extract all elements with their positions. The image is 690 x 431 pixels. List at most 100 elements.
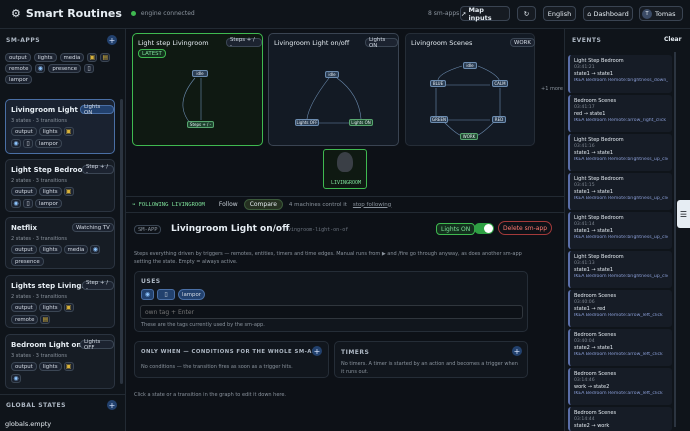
map-inputs-button[interactable]: ➚ Map inputs (460, 6, 510, 22)
event-change: work → state2 (574, 384, 610, 390)
state-node[interactable]: Steps + / - (187, 121, 214, 128)
tag: output (11, 303, 37, 312)
state-node[interactable]: BLUE (430, 80, 446, 87)
state-node[interactable]: CALM (492, 80, 508, 87)
follow-tab[interactable]: Follow (219, 201, 238, 208)
event-item[interactable]: Bedroom Scenes 03:41:17 red → state1 IKE… (568, 95, 672, 132)
device-tile[interactable]: LIVINGROOM (323, 149, 367, 189)
drawer-toggle-button[interactable]: ☰ (677, 200, 690, 228)
event-change: state1 → state1 (574, 267, 614, 273)
machine-preview[interactable]: Livingroom Light on/off Lights ON idle L… (268, 33, 399, 146)
event-app: Light Step Bedroom (574, 215, 624, 221)
tag-filter-presence[interactable]: presence (48, 64, 82, 73)
state-node[interactable]: RED (492, 116, 506, 123)
clear-events-button[interactable]: Clear (664, 36, 682, 43)
sm-app-name: Netflix (11, 224, 38, 232)
event-change: state1 → state1 (574, 150, 614, 156)
refresh-button[interactable]: ↻ (517, 6, 536, 21)
state-node[interactable]: GREEN (430, 116, 448, 123)
language-select[interactable]: English (543, 6, 576, 21)
dashboard-button[interactable]: ⌂ Dashboard (583, 6, 633, 21)
event-source: IKEA Bedroom Remote:brightness_up_click (574, 196, 668, 201)
event-item[interactable]: Bedroom Scenes 03:40:04 state2 → state1 … (568, 329, 672, 366)
tag: lampor (35, 139, 62, 148)
tag: media (63, 245, 89, 254)
switch-icon[interactable]: ▯ (157, 289, 175, 300)
add-timer-button[interactable]: + (512, 346, 522, 356)
switch-icon[interactable]: ▯ (84, 64, 95, 73)
machine-preview[interactable]: Livingroom Scenes WORK idle BLUE CALM GR… (405, 33, 535, 146)
event-item[interactable]: Light Step Bedroom 03:41:16 state1 → sta… (568, 134, 672, 171)
dashboard-label: Dashboard (593, 9, 629, 18)
add-global-state-button[interactable]: + (107, 400, 117, 410)
events-scrollbar[interactable] (674, 52, 676, 427)
connection-status-dot (130, 11, 136, 16)
more-machines-link[interactable]: +1 more (541, 86, 563, 92)
own-tag-input[interactable] (140, 305, 523, 319)
lamp-icon: ▣ (63, 187, 74, 196)
tag-filter-lights[interactable]: lights (33, 53, 57, 62)
state-node[interactable]: WORK (460, 133, 478, 140)
connection-status: engine connected (140, 10, 195, 17)
tag-filter-output[interactable]: output (5, 53, 31, 62)
sm-app-card[interactable]: Light Step Bedroom Step + / - 2 states ·… (5, 159, 115, 212)
event-item[interactable]: Bedroom Scenes 03:14:46 work → state2 IK… (568, 368, 672, 405)
tag: output (11, 362, 37, 371)
editor-slug: livingroom-light-on-of (282, 227, 349, 233)
sm-app-card[interactable]: Livingroom Light o... Lights ON 3 states… (5, 99, 115, 154)
toggle-knob (484, 224, 493, 233)
following-bar: ↝ FOLLOWING LIVINGROOM Follow Compare 4 … (126, 196, 564, 213)
tag: presence (11, 257, 44, 266)
event-app: Light Step Bedroom (574, 254, 624, 260)
event-item[interactable]: Light Step Bedroom 03:41:15 state1 → sta… (568, 173, 672, 210)
sidebar-scrollbar[interactable] (120, 99, 123, 384)
user-menu[interactable]: T Tomas (639, 6, 683, 21)
conditions-section: ONLY WHEN — CONDITIONS FOR THE WHOLE SM-… (134, 341, 329, 378)
state-node[interactable]: Lights ON (349, 119, 373, 126)
tag-filter-media[interactable]: media (59, 53, 85, 62)
timers-text: No timers. A timer is started by an acti… (341, 361, 518, 375)
state-node[interactable]: idle (192, 70, 208, 77)
bulb-icon[interactable]: ◉ (35, 64, 46, 73)
event-item[interactable]: Light Step Bedroom 03:41:21 state1 → sta… (568, 55, 672, 93)
remote-icon[interactable]: ▤ (100, 53, 111, 62)
sm-app-state-badge: Lights ON (80, 104, 114, 116)
event-app: Light Step Bedroom (574, 58, 624, 64)
state-node[interactable]: idle (463, 62, 477, 69)
lamp-icon[interactable]: ▣ (87, 53, 98, 62)
lamp-icon: ▣ (63, 362, 74, 371)
compare-tab[interactable]: Compare (243, 199, 283, 210)
delete-sm-app-button[interactable]: Delete sm-app (498, 221, 552, 235)
remote-icon: ▤ (40, 315, 51, 324)
sm-app-meta: 3 states · 3 transitions (11, 118, 68, 124)
state-graph (182, 77, 202, 125)
event-source: IKEA Bedroom Remote:brightness_up_click (574, 157, 668, 162)
event-change: state1 → state1 (574, 71, 614, 77)
uses-label: USES (141, 278, 161, 285)
sm-app-card[interactable]: Lights step Livingr... Step + / - 2 stat… (5, 275, 115, 328)
refresh-icon: ↻ (523, 9, 530, 18)
sm-app-card[interactable]: Netflix Watching TV 2 states · 3 transit… (5, 217, 115, 269)
sm-app-meta: 3 states · 3 transitions (11, 353, 68, 359)
sm-app-tags: output lights media ◉ (11, 245, 101, 254)
uses-tag[interactable]: lampor (178, 289, 205, 300)
sm-app-meta: 2 states · 3 transitions (11, 236, 68, 242)
event-item[interactable]: Bedroom Scenes 03:14:44 state2 → work (568, 407, 672, 431)
event-item[interactable]: Light Step Bedroom 03:41:13 state1 → sta… (568, 251, 672, 288)
bulb-icon[interactable]: ◉ (141, 289, 154, 300)
event-item[interactable]: Bedroom Scenes 03:40:06 state1 → red IKE… (568, 290, 672, 327)
tag-filter-remote[interactable]: remote (5, 64, 33, 73)
enabled-toggle[interactable] (474, 223, 494, 234)
sm-app-card[interactable]: Bedroom Light on/... Lights OFF 3 states… (5, 334, 115, 389)
stop-following-link[interactable]: stop following (353, 202, 391, 208)
add-condition-button[interactable]: + (312, 346, 322, 356)
state-node[interactable]: idle (325, 71, 339, 78)
location-pin-icon: ➚ (461, 9, 467, 18)
event-item[interactable]: Light Step Bedroom 03:41:14 state1 → sta… (568, 212, 672, 249)
bulb-icon: ◉ (11, 374, 21, 383)
state-node[interactable]: Lights OFF (295, 119, 319, 126)
add-sm-app-button[interactable]: + (107, 35, 117, 45)
sm-app-meta: 2 states · 3 transitions (11, 294, 68, 300)
tag-filter-lampor[interactable]: lampor (5, 75, 32, 84)
machine-preview[interactable]: Light step Livingroom Steps + / - LATEST… (132, 33, 263, 146)
